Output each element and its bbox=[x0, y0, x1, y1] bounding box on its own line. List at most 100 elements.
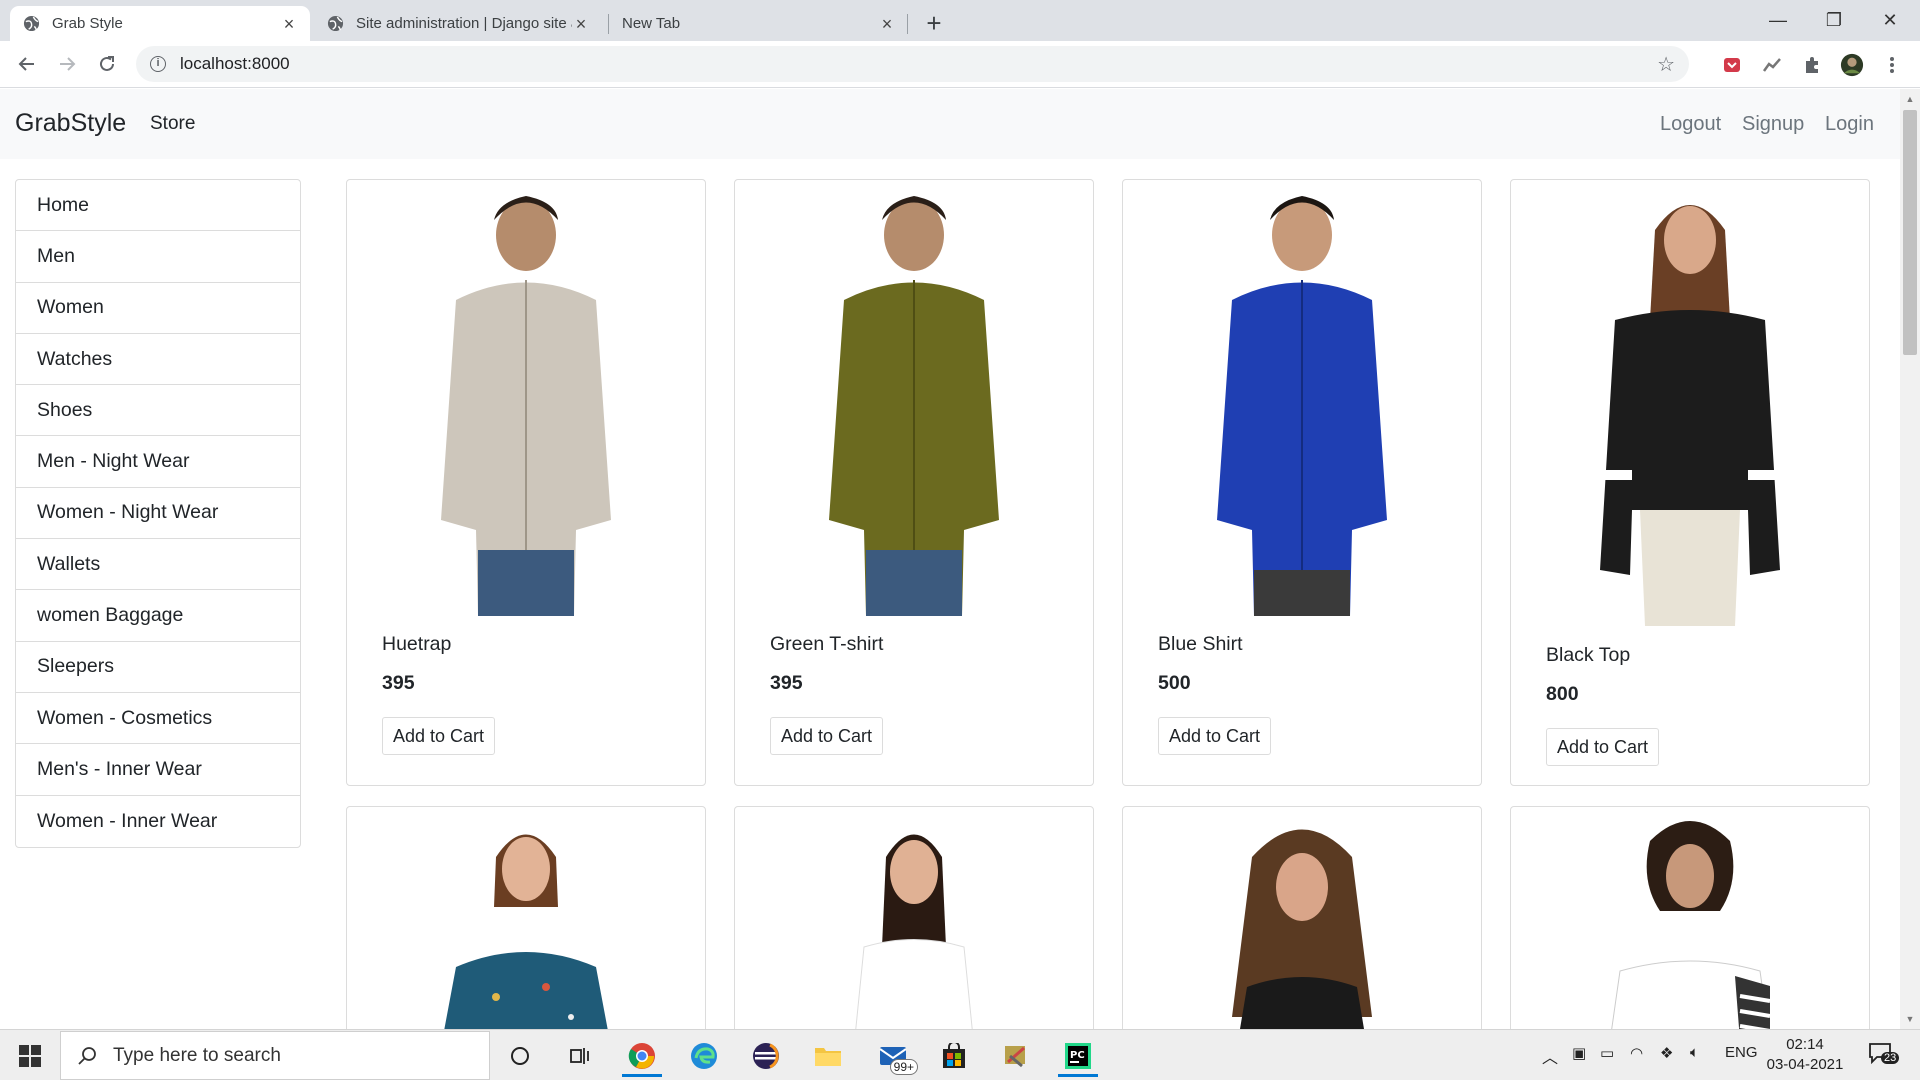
tab-title: Grab Style bbox=[52, 15, 123, 32]
chrome-taskbar-icon[interactable] bbox=[618, 1035, 666, 1077]
add-to-cart-button[interactable]: Add to Cart bbox=[382, 717, 496, 755]
cortana-icon[interactable] bbox=[496, 1035, 544, 1077]
info-icon[interactable]: i bbox=[150, 56, 166, 72]
product-name[interactable]: Huetrap bbox=[382, 633, 451, 656]
category-item-home[interactable]: Home bbox=[16, 180, 300, 232]
category-item-watches[interactable]: Watches bbox=[16, 334, 300, 386]
product-name[interactable]: Black Top bbox=[1546, 644, 1630, 667]
tab-separator bbox=[907, 14, 908, 34]
nav-link-store[interactable]: Store bbox=[150, 113, 195, 135]
task-view-icon[interactable] bbox=[556, 1035, 604, 1077]
category-item-men[interactable]: Men bbox=[16, 231, 300, 283]
category-item-women-inner-wear[interactable]: Women - Inner Wear bbox=[16, 796, 300, 847]
windows-taskbar: Type here to search 99+ PC ︿ ▣ ▭ ◠ ❖ 🔈︎ … bbox=[0, 1029, 1920, 1080]
volume-icon[interactable]: 🔈︎ bbox=[1690, 1044, 1699, 1061]
product-price: 800 bbox=[1546, 683, 1579, 705]
minimize-button[interactable]: — bbox=[1750, 0, 1806, 41]
nav-link-logout[interactable]: Logout bbox=[1660, 113, 1721, 136]
product-card: Green T-shirt 395 Add to Cart bbox=[734, 179, 1094, 786]
product-price: 395 bbox=[770, 672, 803, 694]
add-to-cart-button[interactable]: Add to Cart bbox=[1546, 728, 1660, 766]
search-icon bbox=[78, 1046, 96, 1065]
product-price: 500 bbox=[1158, 672, 1191, 694]
chart-extension-icon[interactable] bbox=[1760, 53, 1784, 77]
active-indicator bbox=[622, 1074, 662, 1077]
forward-arrow-icon[interactable] bbox=[50, 47, 84, 81]
system-clock[interactable]: 02:14 03-04-2021 bbox=[1760, 1035, 1850, 1075]
product-image bbox=[853, 834, 975, 1047]
category-list: Home Men Women Watches Shoes Men - Night… bbox=[15, 179, 301, 848]
category-item-women-cosmetics[interactable]: Women - Cosmetics bbox=[16, 693, 300, 745]
category-item-wallets[interactable]: Wallets bbox=[16, 539, 300, 591]
globe-icon bbox=[22, 15, 40, 33]
windows-start-icon[interactable] bbox=[0, 1030, 60, 1080]
product-image bbox=[441, 834, 611, 1047]
product-image bbox=[1217, 196, 1387, 616]
add-to-cart-button[interactable]: Add to Cart bbox=[1158, 717, 1272, 755]
edge-taskbar-icon[interactable] bbox=[680, 1035, 728, 1077]
product-card: Black Top 800 Add to Cart bbox=[1510, 179, 1870, 786]
menu-kebab-icon[interactable] bbox=[1880, 53, 1904, 77]
restore-button[interactable]: ❐ bbox=[1806, 0, 1862, 41]
category-item-men-night-wear[interactable]: Men - Night Wear bbox=[16, 436, 300, 488]
language-indicator[interactable]: ENG bbox=[1725, 1044, 1758, 1061]
product-name[interactable]: Green T-shirt bbox=[770, 633, 883, 656]
profile-avatar[interactable] bbox=[1840, 53, 1864, 77]
scroll-down-arrow[interactable]: ▼ bbox=[1900, 1010, 1920, 1028]
site-navbar: GrabStyle Store Logout Signup Login bbox=[0, 89, 1900, 159]
file-explorer-icon[interactable] bbox=[804, 1035, 852, 1077]
product-image bbox=[829, 196, 999, 616]
product-name[interactable]: Blue Shirt bbox=[1158, 633, 1243, 656]
product-price: 395 bbox=[382, 672, 415, 694]
new-tab-button[interactable]: + bbox=[918, 8, 950, 40]
back-arrow-icon[interactable] bbox=[10, 47, 44, 81]
add-to-cart-button[interactable]: Add to Cart bbox=[770, 717, 884, 755]
category-item-women[interactable]: Women bbox=[16, 283, 300, 334]
product-image bbox=[1609, 821, 1771, 1041]
close-tab-icon[interactable]: × bbox=[572, 15, 590, 33]
tab-new-tab[interactable]: New Tab × bbox=[610, 6, 908, 41]
scrollbar-thumb[interactable] bbox=[1903, 110, 1917, 355]
reload-icon[interactable] bbox=[90, 47, 124, 81]
browser-toolbar: i localhost:8000 ☆ bbox=[0, 41, 1920, 88]
eclipse-taskbar-icon[interactable] bbox=[742, 1035, 790, 1077]
taskbar-search-box[interactable]: Type here to search bbox=[60, 1031, 490, 1080]
dropbox-icon[interactable]: ❖ bbox=[1660, 1044, 1673, 1062]
scroll-up-arrow[interactable]: ▲ bbox=[1900, 90, 1920, 108]
nav-link-login[interactable]: Login bbox=[1825, 113, 1874, 136]
close-tab-icon[interactable]: × bbox=[878, 15, 896, 33]
close-tab-icon[interactable]: × bbox=[280, 15, 298, 33]
mail-taskbar-icon[interactable]: 99+ bbox=[870, 1035, 918, 1077]
category-item-women-night-wear[interactable]: Women - Night Wear bbox=[16, 488, 300, 540]
mail-badge: 99+ bbox=[889, 1059, 918, 1075]
active-indicator bbox=[1058, 1074, 1098, 1077]
address-bar[interactable]: i localhost:8000 ☆ bbox=[136, 46, 1689, 82]
tab-grab-style[interactable]: Grab Style × bbox=[10, 6, 310, 41]
wifi-icon[interactable]: ◠ bbox=[1630, 1044, 1643, 1062]
bookmark-star-icon[interactable]: ☆ bbox=[1657, 52, 1675, 77]
brand-logo[interactable]: GrabStyle bbox=[15, 109, 126, 138]
product-card: Blue Shirt 500 Add to Cart bbox=[1122, 179, 1482, 786]
category-item-sleepers[interactable]: Sleepers bbox=[16, 642, 300, 693]
pocket-extension-icon[interactable] bbox=[1720, 53, 1744, 77]
puzzle-extensions-icon[interactable] bbox=[1800, 53, 1824, 77]
product-image bbox=[441, 196, 611, 616]
globe-icon bbox=[326, 15, 344, 33]
show-hidden-icons-chevron[interactable]: ︿ bbox=[1542, 1044, 1558, 1068]
clock-date: 03-04-2021 bbox=[1766, 1056, 1844, 1073]
notification-center-icon[interactable]: 23 bbox=[1868, 1042, 1900, 1068]
close-window-button[interactable]: ✕ bbox=[1862, 0, 1918, 41]
clock-time: 02:14 bbox=[1786, 1036, 1824, 1053]
nav-link-signup[interactable]: Signup bbox=[1742, 113, 1804, 136]
pycharm-taskbar-icon[interactable]: PC bbox=[1054, 1035, 1102, 1077]
category-item-mens-inner-wear[interactable]: Men's - Inner Wear bbox=[16, 744, 300, 796]
meet-now-icon[interactable]: ▣ bbox=[1572, 1044, 1586, 1062]
sql-tool-taskbar-icon[interactable] bbox=[992, 1035, 1040, 1077]
tab-title: Site administration | Django site admin bbox=[356, 15, 572, 32]
battery-icon[interactable]: ▭ bbox=[1600, 1044, 1614, 1062]
product-image bbox=[1600, 205, 1780, 626]
store-taskbar-icon[interactable] bbox=[930, 1035, 978, 1077]
tab-django-admin[interactable]: Site administration | Django site admin … bbox=[314, 6, 602, 41]
category-item-shoes[interactable]: Shoes bbox=[16, 385, 300, 437]
category-item-women-baggage[interactable]: women Baggage bbox=[16, 590, 300, 642]
